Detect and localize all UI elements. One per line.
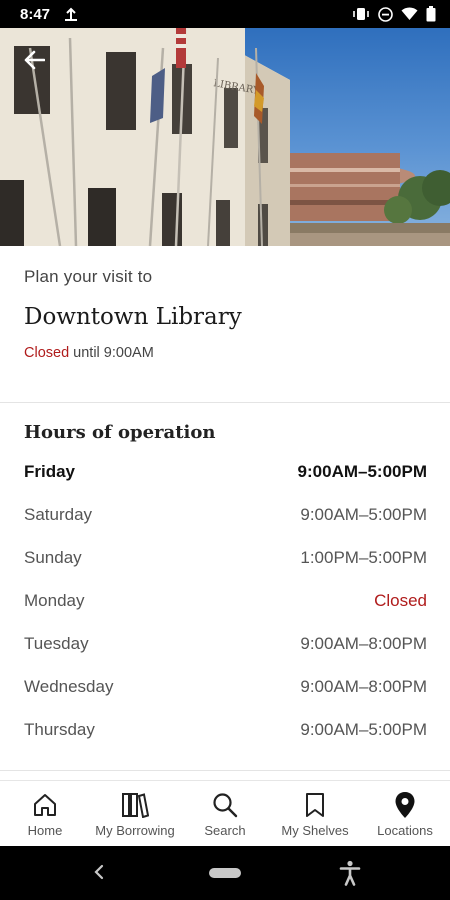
hours-day: Saturday	[24, 505, 93, 524]
status-bar: 8:47	[0, 0, 450, 28]
accessibility-icon[interactable]	[338, 860, 362, 891]
hours-row-friday: Friday 9:00AM–5:00PM	[24, 462, 427, 482]
nav-home[interactable]: Home	[0, 781, 90, 846]
back-button[interactable]	[18, 46, 50, 78]
hours-day: Thursday	[24, 720, 95, 739]
arrow-left-icon	[23, 50, 46, 75]
visit-prefix: Plan your visit to	[24, 267, 153, 286]
nav-my-borrowing[interactable]: My Borrowing	[90, 781, 180, 846]
nav-label: My Shelves	[281, 823, 349, 838]
visit-summary: Plan your visit to Downtown Library Clos…	[0, 246, 450, 402]
hours-day: Sunday	[24, 548, 82, 567]
do-not-disturb-icon	[378, 6, 393, 22]
status-reopen-time: until 9:00AM	[73, 345, 154, 361]
location-name: Downtown Library	[24, 304, 242, 330]
hours-value-closed: Closed	[374, 591, 427, 610]
nav-my-shelves[interactable]: My Shelves	[270, 781, 360, 846]
bookmark-icon	[304, 791, 326, 819]
hours-row-thursday: Thursday 9:00AM–5:00PM	[24, 720, 427, 740]
hours-day: Wednesday	[24, 677, 114, 696]
nav-label: My Borrowing	[95, 823, 175, 838]
hours-value: 9:00AM–8:00PM	[300, 677, 427, 696]
vibrate-icon	[352, 7, 370, 21]
hours-value: 1:00PM–5:00PM	[300, 548, 427, 567]
nav-label: Search	[204, 823, 246, 838]
hours-row-monday: Monday Closed	[24, 591, 427, 611]
hours-value: 9:00AM–5:00PM	[300, 505, 427, 524]
system-home-pill[interactable]	[209, 868, 241, 878]
system-navigation-bar	[0, 846, 450, 900]
hours-row-tuesday: Tuesday 9:00AM–8:00PM	[24, 634, 427, 654]
search-icon	[212, 791, 238, 819]
download-icon	[64, 6, 78, 22]
hours-row-saturday: Saturday 9:00AM–5:00PM	[24, 505, 427, 525]
location-hero-image: LIBRARY	[0, 28, 450, 246]
hours-value: 9:00AM–8:00PM	[300, 634, 427, 653]
system-back-icon[interactable]	[93, 862, 105, 887]
section-divider	[0, 402, 450, 403]
nav-label: Locations	[377, 823, 433, 838]
books-icon	[121, 791, 149, 819]
battery-icon	[426, 6, 436, 22]
hours-day: Friday	[24, 462, 76, 481]
hours-day: Tuesday	[24, 634, 89, 653]
wifi-icon	[401, 7, 418, 21]
home-icon	[32, 791, 58, 819]
hours-value: 9:00AM–5:00PM	[300, 720, 427, 739]
section-divider	[0, 770, 450, 771]
hours-row-sunday: Sunday 1:00PM–5:00PM	[24, 548, 427, 568]
hours-value: 9:00AM–5:00PM	[297, 462, 427, 481]
open-status: Closed until 9:00AM	[24, 345, 154, 361]
hours-day: Monday	[24, 591, 85, 610]
location-pin-icon	[394, 791, 416, 819]
nav-label: Home	[27, 823, 63, 838]
library-building-illustration: LIBRARY	[0, 28, 450, 246]
status-time: 8:47	[20, 5, 51, 23]
hours-row-wednesday: Wednesday 9:00AM–8:00PM	[24, 677, 427, 697]
nav-locations[interactable]: Locations	[360, 781, 450, 846]
status-closed-label: Closed	[24, 345, 70, 361]
nav-search[interactable]: Search	[180, 781, 270, 846]
bottom-navigation: Home My Borrowing Search My Shelves Loca…	[0, 780, 450, 846]
hours-title: Hours of operation	[24, 422, 216, 443]
